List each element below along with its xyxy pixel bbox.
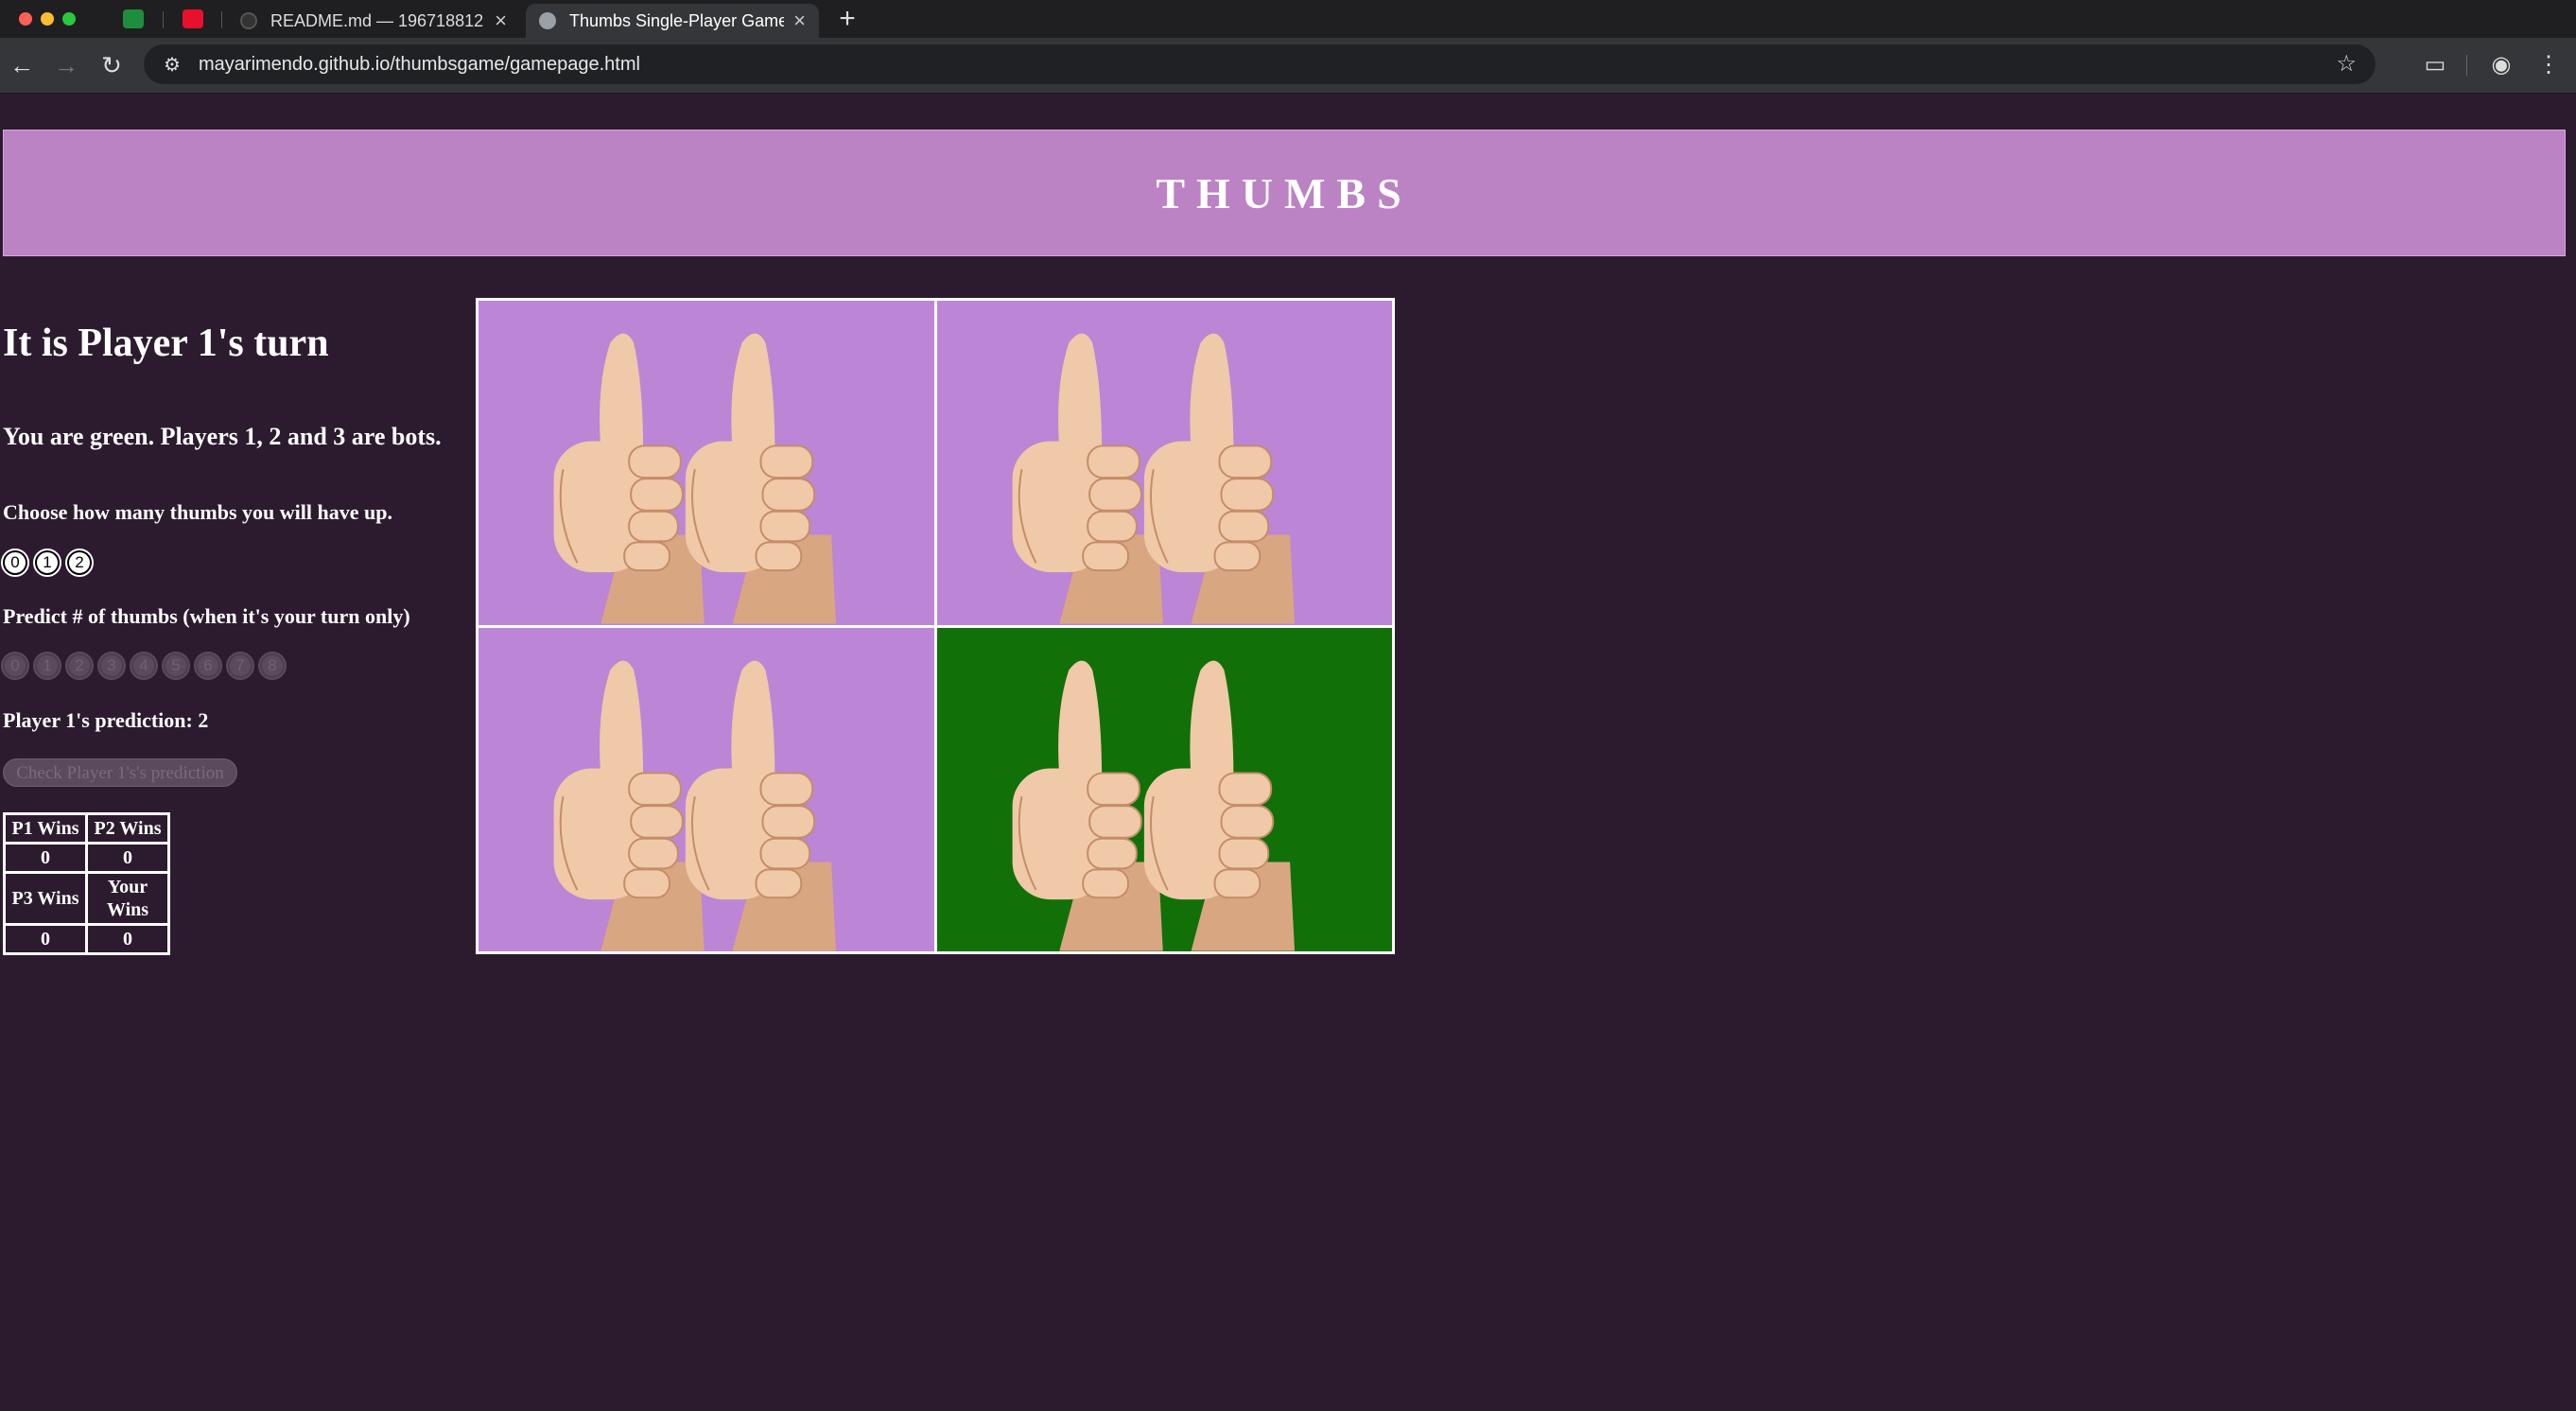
thumb-option-0[interactable]: 0 [1,549,29,577]
new-tab-button[interactable]: + [832,4,862,34]
tab-title: README.md — 196718812 [C [270,10,486,30]
bookmark-star-icon[interactable]: ☆ [2336,50,2357,78]
tab-title: Thumbs Single-Player Game [569,10,785,30]
prediction-text: Player 1's prediction: 2 [3,708,209,732]
predict-option-0[interactable]: 0 [1,652,29,680]
left-thumb-icon [553,660,705,951]
player-3-hands [479,627,934,951]
browser-toolbar: ← → ↻ ⚙ mayarimendo.github.io/thumbsgame… [0,38,2576,94]
thumb-options: 0 1 2 [1,549,94,577]
predict-label: Predict # of thumbs (when it's your turn… [3,604,410,628]
p3-wins-value: 0 [3,923,88,955]
site-settings-icon[interactable]: ⚙ [153,53,191,77]
check-prediction-button[interactable]: Check Player 1's's prediction [3,758,237,787]
tab-separator [163,11,164,28]
window-controls [19,12,76,26]
pinned-tab-youtube-icon[interactable] [183,9,203,28]
thumbs-up-image [553,333,837,624]
thumbs-up-image [553,660,837,951]
predict-option-5[interactable]: 5 [162,652,190,680]
tab-thumbs-game[interactable]: Thumbs Single-Player Game × [526,4,819,38]
tab-search-icon[interactable]: ▭ [2419,49,2451,81]
close-tab-icon[interactable]: × [793,9,806,33]
predict-option-8[interactable]: 8 [258,652,287,680]
left-thumb-icon [553,333,705,624]
player-2-hands [936,301,1392,625]
right-thumb-icon [685,333,837,624]
right-thumb-icon [1143,333,1295,624]
right-thumb-icon [1143,660,1295,951]
left-thumb-icon [1012,660,1163,951]
table-row: P1 Wins P2 Wins [3,812,170,845]
browser-tab-strip: README.md — 196718812 [C × Thumbs Single… [0,0,2576,38]
left-thumb-icon [1012,333,1163,624]
reload-icon[interactable]: ↻ [96,49,128,81]
page-title: THUMBS [1156,168,1413,218]
page-content: THUMBS It is Player 1's turn You are gre… [0,94,2576,1411]
tab-readme[interactable]: README.md — 196718812 [C × [227,4,520,38]
predict-option-2[interactable]: 2 [65,652,94,680]
player-info: You are green. Players 1, 2 and 3 are bo… [3,423,442,450]
close-tab-icon[interactable]: × [495,9,507,33]
p2-wins-value: 0 [85,842,170,874]
maximize-window-button[interactable] [62,12,76,26]
thumbs-up-image [1012,333,1295,624]
thumb-option-1[interactable]: 1 [33,549,61,577]
your-hands [936,627,1392,951]
table-row: 0 0 [3,842,170,874]
p1-wins-label: P1 Wins [3,812,88,845]
thumb-option-2[interactable]: 2 [65,549,94,577]
menu-kebab-icon[interactable]: ⋮ [2532,49,2565,81]
table-row: P3 Wins Your Wins [3,871,170,926]
globe-icon [539,12,556,29]
tab-separator [221,11,222,28]
pinned-tab-classroom-icon[interactable] [123,9,144,28]
forward-arrow-icon[interactable]: → [50,49,82,81]
predict-option-4[interactable]: 4 [130,652,158,680]
score-table: P1 Wins P2 Wins 0 0 P3 Wins Your Wins 0 … [3,812,170,955]
predict-option-3[interactable]: 3 [97,652,126,680]
minimize-window-button[interactable] [41,12,54,26]
thumbs-up-image [1012,660,1295,951]
predict-option-7[interactable]: 7 [226,652,254,680]
address-bar[interactable]: ⚙ mayarimendo.github.io/thumbsgame/gamep… [144,44,2376,84]
turn-heading: It is Player 1's turn [3,322,329,365]
predict-option-6[interactable]: 6 [194,652,222,680]
github-icon [240,12,257,29]
table-row: 0 0 [3,923,170,955]
choose-thumbs-label: Choose how many thumbs you will have up. [3,500,392,524]
your-wins-label: Your Wins [85,871,170,926]
predict-option-1[interactable]: 1 [33,652,61,680]
game-board [476,298,1395,954]
close-window-button[interactable] [19,12,32,26]
predict-options: 0 1 2 3 4 5 6 7 8 [1,652,287,680]
p1-wins-value: 0 [3,842,88,874]
your-wins-value: 0 [85,923,170,955]
right-thumb-icon [685,660,837,951]
toolbar-separator [2466,55,2467,76]
p2-wins-label: P2 Wins [85,812,170,845]
back-arrow-icon[interactable]: ← [6,49,38,81]
url-text: mayarimendo.github.io/thumbsgame/gamepag… [199,53,640,75]
p3-wins-label: P3 Wins [3,871,88,926]
profile-icon[interactable]: ◉ [2485,49,2517,81]
header-banner: THUMBS [3,130,2566,256]
player-1-hands [479,301,934,625]
